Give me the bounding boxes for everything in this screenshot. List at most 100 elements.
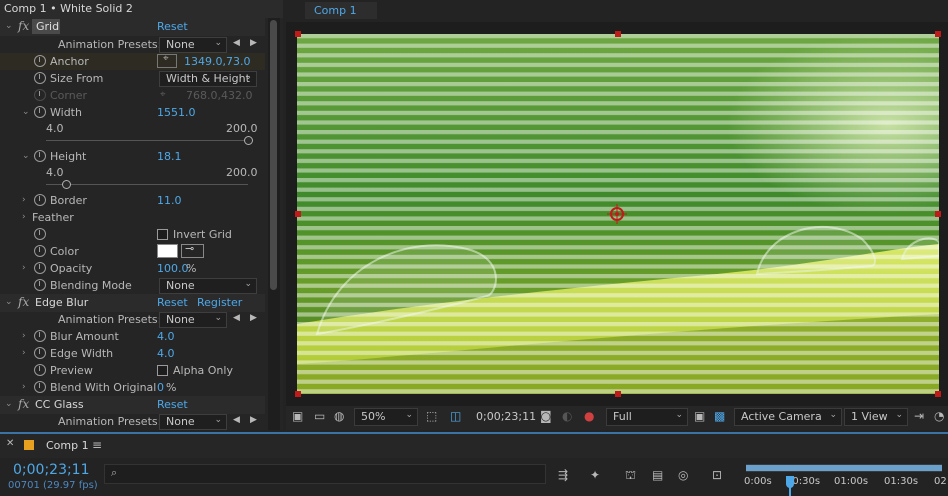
height-slider-track[interactable] xyxy=(46,184,248,185)
monitor-icon[interactable]: ▭ xyxy=(314,409,325,423)
twirl-open-icon[interactable]: ⌄ xyxy=(5,21,13,31)
current-time-readout[interactable]: 0;00;23;11 xyxy=(476,410,536,423)
channel-rgb-icon[interactable]: ● xyxy=(584,409,594,423)
animation-presets-dropdown[interactable]: None ⌄ xyxy=(159,414,227,430)
fast-previews-more-icon[interactable]: ⇥ xyxy=(914,409,924,423)
composition-mini-flowchart-icon[interactable]: ⇶ xyxy=(558,468,568,482)
twirl-closed-icon[interactable]: › xyxy=(22,348,30,358)
motion-blur-icon[interactable]: ◎ xyxy=(678,468,688,482)
panel-menu-icon[interactable]: ≡ xyxy=(92,438,102,452)
stopwatch-icon[interactable] xyxy=(34,330,46,342)
stopwatch-icon[interactable] xyxy=(34,106,46,118)
twirl-open-icon[interactable]: ⌄ xyxy=(22,107,30,117)
next-preset-icon[interactable]: ▶ xyxy=(250,313,257,323)
scrollbar-thumb[interactable] xyxy=(270,20,277,290)
resolution-dropdown[interactable]: Full ⌄ xyxy=(606,408,688,426)
twirl-open-icon[interactable]: ⌄ xyxy=(5,399,13,409)
prev-preset-icon[interactable]: ◀ xyxy=(233,415,240,425)
eyedropper-icon[interactable]: ⊸ xyxy=(181,242,204,258)
reset-exposure-icon[interactable]: ◔ xyxy=(934,409,944,423)
stopwatch-icon[interactable] xyxy=(34,262,46,274)
register-link[interactable]: Register xyxy=(197,296,242,309)
fast-previews-icon[interactable]: ▣ xyxy=(694,409,705,423)
fx-icon[interactable]: fx xyxy=(18,295,29,309)
transform-handle[interactable] xyxy=(935,211,941,217)
transparency-grid-icon[interactable]: ◫ xyxy=(450,409,461,423)
effect-grid-header[interactable]: ⌄ fx Grid Reset xyxy=(0,18,265,36)
composition-canvas[interactable] xyxy=(297,34,939,394)
transform-handle[interactable] xyxy=(295,31,301,37)
stopwatch-icon[interactable] xyxy=(34,194,46,206)
frame-blending-icon[interactable]: ▤ xyxy=(652,468,663,482)
timeline-timecode[interactable]: 0;00;23;11 xyxy=(13,462,90,478)
comp-tab[interactable]: Comp 1 xyxy=(305,2,377,19)
reset-link-grid[interactable]: Reset xyxy=(157,20,188,33)
zoom-dropdown[interactable]: 50% ⌄ xyxy=(354,408,418,426)
animation-presets-dropdown[interactable]: None ⌄ xyxy=(159,312,227,328)
mask-visibility-icon[interactable]: ◍ xyxy=(334,409,344,423)
stopwatch-icon[interactable] xyxy=(34,279,46,291)
twirl-closed-icon[interactable]: › xyxy=(22,331,30,341)
alpha-only-checkbox[interactable] xyxy=(157,365,168,376)
effect-name-cc-glass[interactable]: CC Glass xyxy=(35,398,84,411)
opacity-value[interactable]: 100.0 xyxy=(157,262,189,275)
color-swatch[interactable] xyxy=(157,244,178,258)
width-slider-knob[interactable] xyxy=(244,136,253,145)
height-value[interactable]: 18.1 xyxy=(157,150,182,163)
transform-handle[interactable] xyxy=(935,31,941,37)
crosshair-picker-icon[interactable]: ⌖ xyxy=(157,53,177,68)
toggle-transparency-icon[interactable]: ▩ xyxy=(714,409,725,423)
hide-shy-layers-icon[interactable]: ⛫ xyxy=(625,468,636,484)
always-preview-icon[interactable]: ▣ xyxy=(292,409,303,423)
blur-amount-value[interactable]: 4.0 xyxy=(157,330,175,343)
size-from-dropdown[interactable]: Width & Height ⌄ xyxy=(159,71,257,87)
transform-handle[interactable] xyxy=(295,211,301,217)
fx-icon[interactable]: fx xyxy=(18,19,29,33)
transform-handle[interactable] xyxy=(615,391,621,397)
twirl-closed-icon[interactable]: › xyxy=(22,195,30,205)
prev-preset-icon[interactable]: ◀ xyxy=(233,38,240,48)
width-slider-track[interactable] xyxy=(46,140,248,141)
twirl-closed-icon[interactable]: › xyxy=(22,382,30,392)
border-value[interactable]: 11.0 xyxy=(157,194,182,207)
timeline-tab[interactable]: Comp 1 xyxy=(46,439,89,452)
fx-icon[interactable]: fx xyxy=(18,397,29,411)
transform-handle[interactable] xyxy=(615,31,621,37)
show-snapshot-icon[interactable]: ◐ xyxy=(562,409,572,423)
anchor-value[interactable]: 1349.0,73.0 xyxy=(184,55,250,68)
next-preset-icon[interactable]: ▶ xyxy=(250,415,257,425)
twirl-closed-icon[interactable]: › xyxy=(22,263,30,273)
effect-cc-glass-header[interactable]: ⌄ fx CC Glass Reset xyxy=(0,396,265,414)
work-area-range[interactable] xyxy=(746,465,942,471)
effect-name-edge-blur[interactable]: Edge Blur xyxy=(35,296,88,309)
animation-presets-dropdown[interactable]: None ⌄ xyxy=(159,37,227,53)
blend-value[interactable]: 0 xyxy=(157,381,164,394)
snapshot-camera-icon[interactable]: ◙ xyxy=(540,409,552,423)
timeline-search-input[interactable]: ⌕ xyxy=(104,464,546,484)
transform-handle[interactable] xyxy=(295,391,301,397)
stopwatch-icon[interactable] xyxy=(34,228,46,240)
height-slider-knob[interactable] xyxy=(62,180,71,189)
stopwatch-icon[interactable] xyxy=(34,347,46,359)
blending-mode-dropdown[interactable]: None ⌄ xyxy=(159,278,257,294)
effect-name-grid[interactable]: Grid xyxy=(36,20,59,33)
transform-handle[interactable] xyxy=(935,391,941,397)
effects-scrollbar[interactable] xyxy=(268,18,280,430)
close-icon[interactable]: ✕ xyxy=(6,438,14,449)
twirl-closed-icon[interactable]: › xyxy=(22,212,30,222)
prev-preset-icon[interactable]: ◀ xyxy=(233,313,240,323)
region-of-interest-icon[interactable]: ⬚ xyxy=(426,409,437,423)
work-area-bar[interactable] xyxy=(746,464,942,472)
effect-edge-blur-header[interactable]: ⌄ fx Edge Blur Reset Register xyxy=(0,294,265,312)
width-value[interactable]: 1551.0 xyxy=(157,106,196,119)
stopwatch-icon[interactable] xyxy=(34,150,46,162)
stopwatch-icon[interactable] xyxy=(34,72,46,84)
draft-3d-icon[interactable]: ✦ xyxy=(590,468,600,482)
reset-link-edge-blur[interactable]: Reset xyxy=(157,296,188,309)
graph-editor-icon[interactable]: ⊡ xyxy=(712,468,722,482)
stopwatch-icon[interactable] xyxy=(34,55,46,67)
invert-grid-checkbox[interactable] xyxy=(157,229,168,240)
stopwatch-icon[interactable] xyxy=(34,364,46,376)
stopwatch-icon[interactable] xyxy=(34,245,46,257)
next-preset-icon[interactable]: ▶ xyxy=(250,38,257,48)
